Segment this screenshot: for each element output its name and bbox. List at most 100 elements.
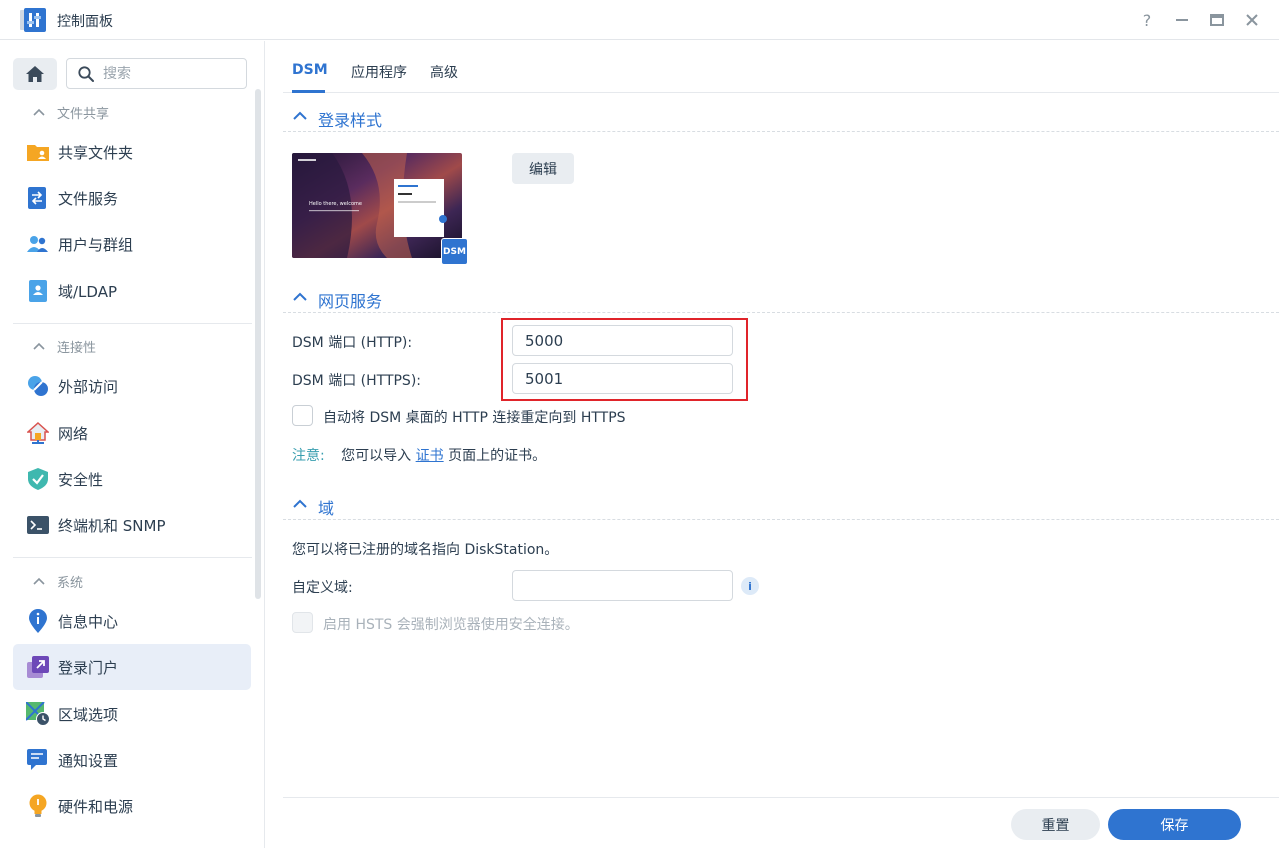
redirect-https-label: 自动将 DSM 桌面的 HTTP 连接重定向到 HTTPS	[323, 410, 626, 426]
login-portal-icon	[26, 655, 50, 679]
help-icon[interactable]: ?	[1135, 8, 1159, 32]
control-panel-icon	[20, 8, 46, 32]
sidebar-item-label: 安全性	[58, 470, 104, 489]
hsts-label: 启用 HSTS 会强制浏览器使用安全连接。	[323, 617, 579, 633]
sidebar-item-label: 信息中心	[58, 612, 119, 631]
sidebar-item-shared-folder[interactable]: 共享文件夹	[13, 129, 251, 175]
reset-button[interactable]: 重置	[1011, 809, 1100, 840]
note-key: 注意:	[292, 448, 325, 464]
sidebar-item-label: 通知设置	[58, 751, 119, 770]
chevron-up-icon	[33, 342, 45, 350]
sidebar-item-users-groups[interactable]: 用户与群组	[13, 221, 251, 267]
group-divider	[13, 323, 252, 324]
minimize-icon[interactable]	[1170, 8, 1194, 32]
http-port-label: DSM 端口 (HTTP):	[292, 335, 413, 351]
active-tab-indicator	[292, 90, 325, 93]
redirect-https-checkbox[interactable]	[292, 405, 313, 426]
section-web-services[interactable]: 网页服务	[283, 285, 1279, 313]
search-input[interactable]	[103, 64, 241, 84]
section-login-style[interactable]: 登录样式	[283, 104, 1279, 132]
lightbulb-icon	[26, 794, 50, 818]
sidebar-item-label: 文件服务	[58, 189, 119, 208]
chevron-up-icon	[33, 577, 45, 585]
section-title: 网页服务	[318, 292, 383, 311]
group-label: 连接性	[57, 340, 97, 356]
section-title: 域	[318, 499, 335, 518]
sidebar-item-external-access[interactable]: 外部访问	[13, 363, 251, 409]
chevron-up-icon	[33, 108, 45, 116]
terminal-icon	[26, 513, 50, 537]
sidebar-item-label: 外部访问	[58, 377, 119, 396]
close-icon[interactable]	[1240, 8, 1264, 32]
sidebar-item-label: 网络	[58, 424, 89, 443]
main-content: DSM 应用程序 高级 登录样式 Hello there, welcome DS…	[266, 41, 1279, 848]
notification-icon	[26, 748, 50, 772]
sidebar: 文件共享 共享文件夹 文件服务 用户与群组 域/LDAP 连接性 外部访问	[0, 41, 265, 848]
sidebar-item-label: 域/LDAP	[58, 282, 118, 301]
sidebar-item-info-center[interactable]: 信息中心	[13, 598, 251, 644]
sidebar-scrollbar[interactable]	[255, 89, 261, 599]
group-label: 文件共享	[57, 106, 110, 122]
shared-folder-icon	[26, 140, 50, 164]
sidebar-item-label: 终端机和 SNMP	[58, 516, 166, 535]
tab-dsm[interactable]: DSM	[292, 62, 328, 78]
sidebar-item-hardware-power[interactable]: 硬件和电源	[13, 783, 251, 829]
info-icon[interactable]: i	[741, 577, 759, 595]
sidebar-item-regional-options[interactable]: 区域选项	[13, 691, 251, 737]
window-title: 控制面板	[57, 14, 113, 30]
sidebar-item-label: 用户与群组	[58, 235, 134, 254]
section-domain[interactable]: 域	[283, 492, 1279, 520]
file-services-icon	[26, 186, 50, 210]
save-button[interactable]: 保存	[1108, 809, 1241, 840]
edit-button[interactable]: 编辑	[512, 153, 574, 184]
tab-applications[interactable]: 应用程序	[351, 62, 407, 82]
tab-bar: DSM 应用程序 高级	[283, 41, 1279, 93]
sidebar-item-file-services[interactable]: 文件服务	[13, 175, 251, 221]
sidebar-item-notification[interactable]: 通知设置	[13, 737, 251, 783]
home-button[interactable]	[13, 58, 57, 90]
login-style-preview: Hello there, welcome	[292, 153, 462, 258]
chevron-up-icon	[293, 499, 307, 508]
sidebar-item-label: 区域选项	[58, 705, 119, 724]
regional-options-icon	[26, 702, 50, 726]
domain-description: 您可以将已注册的域名指向 DiskStation。	[292, 542, 559, 558]
sidebar-item-network[interactable]: 网络	[13, 410, 251, 456]
shield-icon	[26, 467, 50, 491]
sidebar-item-label: 共享文件夹	[58, 143, 134, 162]
sidebar-item-security[interactable]: 安全性	[13, 456, 251, 502]
note-text-after: 页面上的证书。	[448, 448, 547, 464]
sidebar-item-login-portal[interactable]: 登录门户	[13, 644, 251, 690]
users-groups-icon	[26, 232, 50, 256]
preview-welcome-text: Hello there, welcome	[309, 201, 362, 207]
footer-divider	[283, 797, 1279, 798]
domain-ldap-icon	[26, 279, 50, 303]
search-icon	[78, 66, 94, 82]
group-divider	[13, 557, 252, 558]
section-title: 登录样式	[318, 111, 383, 130]
group-system[interactable]: 系统	[0, 568, 252, 594]
note-text-before: 您可以导入	[341, 448, 412, 464]
custom-domain-input[interactable]	[525, 576, 720, 596]
partial-icon	[26, 842, 50, 848]
home-icon	[26, 66, 44, 82]
group-label: 系统	[57, 575, 84, 591]
note-line: 注意: 您可以导入 证书 页面上的证书。	[292, 445, 546, 465]
custom-domain-label: 自定义域:	[292, 580, 353, 596]
hsts-checkbox	[292, 612, 313, 633]
network-icon	[26, 421, 50, 445]
info-center-icon	[26, 609, 50, 633]
tab-advanced[interactable]: 高级	[430, 62, 458, 82]
maximize-icon[interactable]	[1205, 8, 1229, 32]
sidebar-item-label: 硬件和电源	[58, 797, 134, 816]
group-file-sharing[interactable]: 文件共享	[0, 99, 252, 125]
custom-domain-field[interactable]	[512, 570, 733, 601]
search-field[interactable]	[66, 58, 247, 89]
sidebar-item-terminal-snmp[interactable]: 终端机和 SNMP	[13, 502, 251, 548]
sidebar-item-partial[interactable]	[13, 831, 251, 848]
chevron-up-icon	[293, 292, 307, 301]
sidebar-item-label: 登录门户	[58, 658, 119, 677]
sidebar-item-domain-ldap[interactable]: 域/LDAP	[13, 268, 251, 314]
certificate-link[interactable]: 证书	[416, 448, 444, 464]
dsm-badge-icon: DSM	[441, 238, 468, 265]
group-connectivity[interactable]: 连接性	[0, 333, 252, 359]
